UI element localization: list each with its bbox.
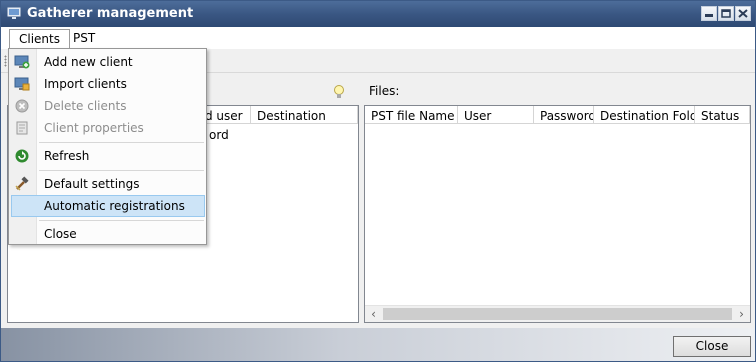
scroll-right-icon[interactable]: ›	[733, 306, 750, 322]
column-header-password[interactable]: Password	[534, 106, 594, 124]
maximize-icon	[721, 9, 731, 18]
properties-icon	[16, 121, 28, 135]
window-title: Gatherer management	[27, 6, 194, 21]
menu-separator	[39, 170, 204, 171]
menu-item-delete-clients[interactable]: Delete clients	[11, 95, 205, 117]
close-button[interactable]: Close	[673, 336, 751, 357]
hammer-icon	[15, 176, 29, 191]
column-header-status[interactable]: Status	[695, 106, 750, 124]
maximize-button[interactable]	[718, 6, 734, 21]
footer-bar: Close	[1, 328, 755, 361]
menu-bar: Clients PST	[1, 27, 755, 50]
column-header-pst-file-name[interactable]: PST file Name	[365, 106, 458, 124]
table-cell: ord	[209, 128, 229, 142]
minimize-button[interactable]	[701, 6, 717, 21]
files-table[interactable]: PST file Name User Password Destination …	[364, 105, 751, 323]
column-header-user-label: d user	[205, 109, 243, 123]
import-clients-icon	[14, 77, 30, 91]
menu-item-label: Automatic registrations	[44, 199, 185, 213]
clients-dropdown-menu: Add new client Import clients Delete cli…	[8, 48, 207, 245]
menu-separator	[39, 142, 204, 143]
menu-item-add-new-client[interactable]: Add new client	[11, 51, 205, 73]
scrollbar-thumb[interactable]	[383, 308, 732, 320]
toolbar-grip[interactable]	[4, 55, 7, 67]
lightbulb-icon[interactable]	[333, 84, 345, 100]
menu-clients[interactable]: Clients	[9, 29, 70, 50]
menu-item-import-clients[interactable]: Import clients	[11, 73, 205, 95]
menu-pst[interactable]: PST	[64, 29, 104, 48]
column-header-destination[interactable]: Destination	[251, 106, 358, 124]
menu-item-label: Refresh	[44, 149, 90, 163]
close-window-button[interactable]	[735, 6, 751, 21]
minimize-icon	[705, 14, 713, 17]
gatherer-management-window: Gatherer management Clients PST Files: d…	[0, 0, 756, 362]
title-bar[interactable]: Gatherer management	[1, 1, 755, 27]
column-header-destination-folder[interactable]: Destination Folder	[594, 106, 695, 124]
scroll-left-icon[interactable]: ‹	[365, 306, 382, 322]
menu-item-label: Close	[44, 227, 77, 241]
column-header-user[interactable]: User	[458, 106, 534, 124]
menu-item-label: Default settings	[44, 177, 140, 191]
close-icon	[738, 9, 748, 18]
menu-separator	[39, 220, 204, 221]
refresh-icon	[15, 149, 29, 163]
menu-item-client-properties[interactable]: Client properties	[11, 117, 205, 139]
menu-item-label: Delete clients	[44, 99, 127, 113]
add-client-icon	[14, 55, 30, 69]
menu-item-label: Import clients	[44, 77, 127, 91]
menu-item-label: Client properties	[44, 121, 144, 135]
horizontal-scrollbar[interactable]: ‹ ›	[365, 305, 750, 322]
menu-item-refresh[interactable]: Refresh	[11, 145, 205, 167]
menu-item-automatic-registrations[interactable]: Automatic registrations	[11, 195, 205, 217]
delete-clients-icon	[15, 99, 29, 113]
monitor-icon	[7, 7, 21, 19]
menu-item-default-settings[interactable]: Default settings	[11, 173, 205, 195]
menu-item-close[interactable]: Close	[11, 223, 205, 245]
files-label: Files:	[369, 84, 400, 98]
menu-item-label: Add new client	[44, 55, 133, 69]
